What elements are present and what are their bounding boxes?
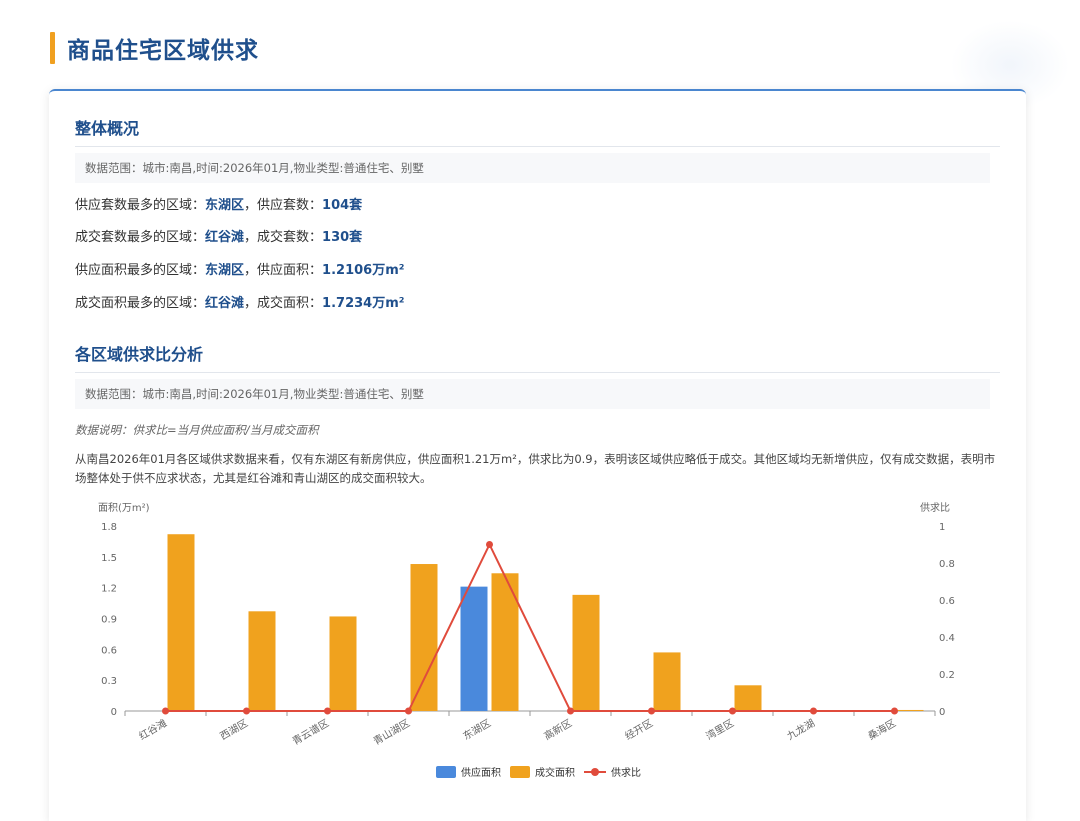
point-ratio bbox=[405, 707, 412, 715]
legend-label-supply: 供应面积 bbox=[461, 766, 501, 779]
bar-deal-area bbox=[167, 534, 195, 711]
y-axis-title: 面积(万m²) bbox=[98, 502, 150, 514]
y2-tick-label: 1 bbox=[939, 522, 945, 533]
y2-tick-label: 0.2 bbox=[939, 670, 955, 681]
point-ratio bbox=[891, 707, 898, 715]
bar-deal-area bbox=[248, 611, 276, 711]
bar-deal-area bbox=[572, 594, 600, 711]
point-ratio bbox=[243, 707, 250, 715]
legend-label-deal: 成交面积 bbox=[535, 766, 575, 779]
y-tick-label: 1.2 bbox=[101, 584, 117, 595]
x-tick-label: 青云谱区 bbox=[290, 716, 331, 747]
legend-swatch-deal bbox=[510, 766, 530, 778]
y-tick-label: 0.3 bbox=[101, 676, 117, 687]
point-ratio bbox=[648, 707, 655, 715]
legend-swatch-supply bbox=[436, 766, 456, 778]
x-tick-label: 红谷滩 bbox=[137, 716, 169, 742]
x-tick-label: 东湖区 bbox=[461, 716, 493, 742]
x-tick-label: 高新区 bbox=[542, 716, 574, 742]
y-tick-label: 0 bbox=[111, 707, 117, 718]
point-ratio bbox=[810, 707, 817, 715]
x-tick-label: 青山湖区 bbox=[371, 716, 412, 747]
supply-demand-chart: 面积(万m²) 供求比 0 0.3 0.6 0.9 1.2 1.5 1.8 0 0.2 0.4 0.6 0… bbox=[98, 501, 955, 779]
bar-deal-area bbox=[410, 564, 438, 711]
point-ratio bbox=[162, 707, 169, 715]
y2-axis-title: 供求比 bbox=[920, 501, 950, 514]
x-tick-label: 经开区 bbox=[623, 716, 655, 742]
y-tick-label: 1.5 bbox=[101, 553, 117, 564]
bar-deal-area bbox=[734, 685, 762, 711]
point-ratio bbox=[324, 707, 331, 715]
point-ratio bbox=[729, 707, 736, 715]
y2-tick-label: 0 bbox=[939, 707, 945, 718]
x-tick-label: 西湖区 bbox=[218, 717, 250, 742]
bar-deal-area bbox=[896, 709, 924, 711]
legend-label-ratio: 供求比 bbox=[611, 766, 641, 779]
y2-tick-label: 0.8 bbox=[939, 559, 955, 570]
y2-tick-label: 0.4 bbox=[939, 633, 955, 644]
x-tick-label: 桑海区 bbox=[866, 716, 898, 742]
x-tick-label: 湾里区 bbox=[704, 716, 736, 742]
bar-deal-area bbox=[329, 616, 357, 711]
point-ratio bbox=[567, 707, 574, 715]
y2-tick-label: 0.6 bbox=[939, 596, 955, 607]
x-tick-label: 九龙湖 bbox=[785, 716, 817, 742]
y-tick-label: 1.8 bbox=[101, 522, 117, 533]
bar-supply-area bbox=[460, 586, 488, 711]
y-tick-label: 0.9 bbox=[101, 615, 117, 626]
legend-marker-ratio bbox=[591, 768, 599, 776]
bar-deal-area bbox=[653, 652, 681, 711]
y-tick-label: 0.6 bbox=[101, 645, 117, 656]
point-ratio bbox=[486, 541, 493, 548]
